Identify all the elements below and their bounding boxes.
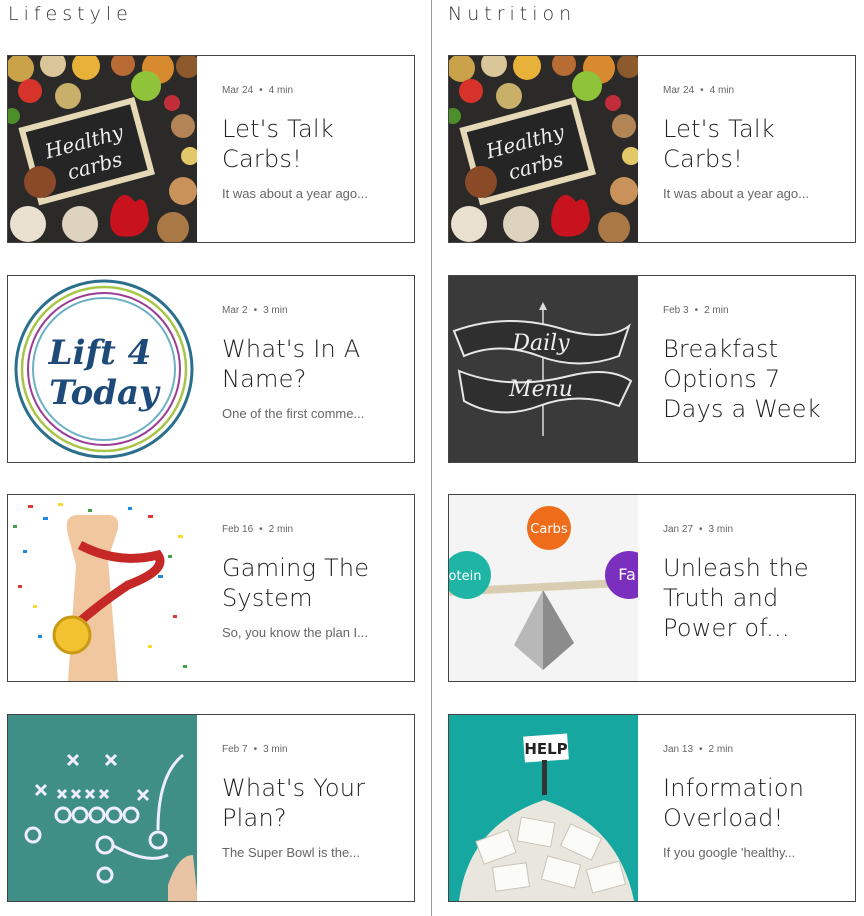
daily-ribbon-text: Daily [511, 331, 570, 356]
post-read-time: 2 min [268, 524, 294, 535]
post-meta: Feb 16 • 2 min [222, 524, 394, 535]
post-title[interactable]: Information Overload! [663, 773, 835, 833]
post-meta: Jan 27 • 3 min [663, 524, 835, 535]
column-divider [431, 0, 432, 916]
post-read-time: 3 min [263, 305, 288, 316]
post-info: Feb 16 • 2 min Gaming The System So, you… [197, 495, 414, 681]
post-date: Mar 24 [663, 85, 695, 96]
post-read-time: 4 min [709, 85, 735, 96]
post-card-lets-talk-carbs[interactable]: Healthy carbs Mar 24 • 4 min Let's Talk … [448, 55, 856, 243]
post-title[interactable]: Let's Talk Carbs! [663, 114, 835, 174]
post-date: Jan 27 [663, 524, 694, 535]
post-excerpt: One of the first comme... [222, 406, 365, 421]
carbs-ball-text: Carbs [530, 522, 568, 537]
post-date: Mar 24 [222, 85, 254, 96]
help-sign-text: HELP [524, 740, 567, 758]
post-excerpt: It was about a year ago... [663, 186, 809, 201]
post-card-whats-in-a-name[interactable]: Lift 4 Today Mar 2 • 3 min What's In A N… [7, 275, 415, 463]
post-excerpt: The Super Bowl is the... [222, 845, 361, 860]
post-info: Feb 3 • 2 min Breakfast Options 7 Days a… [638, 276, 855, 462]
post-info: Jan 13 • 2 min Information Overload! If … [638, 715, 855, 901]
post-image-macro-balance: Carbs otein Fa [449, 495, 638, 681]
protein-ball-text: otein [449, 569, 481, 584]
post-title[interactable]: What's Your Plan? [222, 773, 394, 833]
menu-ribbon-text: Menu [508, 377, 573, 402]
post-image-daily-menu: Daily Menu [449, 276, 638, 462]
lifestyle-heading: Lifestyle [8, 3, 133, 25]
meta-separator-dot: • [699, 524, 703, 535]
meta-separator-dot: • [259, 524, 263, 535]
post-meta: Feb 7 • 3 min [222, 744, 394, 755]
post-image-gold-medal [8, 495, 197, 681]
post-date: Feb 7 [222, 744, 248, 755]
post-image-chalk-playbook [8, 715, 197, 901]
post-card-unleash-the-truth[interactable]: Carbs otein Fa Jan 27 • 3 min Unleash th… [448, 494, 856, 682]
post-read-time: 2 min [704, 305, 729, 316]
post-image-lift4today: Lift 4 Today [8, 276, 197, 462]
post-read-time: 4 min [268, 85, 294, 96]
post-date: Jan 13 [663, 744, 694, 755]
meta-separator-dot: • [700, 85, 704, 96]
post-read-time: 3 min [263, 744, 288, 755]
post-read-time: 3 min [708, 524, 733, 535]
post-excerpt: It was about a year ago... [222, 186, 368, 201]
post-meta: Mar 2 • 3 min [222, 305, 394, 316]
nutrition-heading: Nutrition [448, 3, 577, 25]
post-image-help-papers: HELP [449, 715, 638, 901]
post-meta: Mar 24 • 4 min [222, 85, 394, 96]
today-logo-text: Today [49, 373, 161, 413]
post-info: Feb 7 • 3 min What's Your Plan? The Supe… [197, 715, 414, 901]
post-info: Mar 24 • 4 min Let's Talk Carbs! It was … [638, 56, 855, 242]
meta-separator-dot: • [694, 305, 699, 316]
fat-ball-text: Fa [618, 565, 636, 584]
post-info: Mar 24 • 4 min Let's Talk Carbs! It was … [197, 56, 414, 242]
post-card-lets-talk-carbs[interactable]: Healthy carbs Mar 24 • 4 min Let's Talk … [7, 55, 415, 243]
post-excerpt: If you google 'healthy... [663, 845, 796, 860]
post-title[interactable]: Breakfast Options 7 Days a Week [663, 334, 835, 424]
post-image-healthy-carbs: Healthy carbs [449, 56, 638, 242]
post-meta: Mar 24 • 4 min [663, 85, 835, 96]
post-title[interactable]: Let's Talk Carbs! [222, 114, 394, 174]
post-title[interactable]: Unleash the Truth and Power of... [663, 553, 835, 643]
post-card-information-overload[interactable]: HELP Jan 13 • 2 min Information Overload… [448, 714, 856, 902]
meta-separator-dot: • [253, 744, 258, 755]
post-date: Feb 16 [222, 524, 254, 535]
meta-separator-dot: • [253, 305, 258, 316]
post-info: Mar 2 • 3 min What's In A Name? One of t… [197, 276, 414, 462]
post-meta: Jan 13 • 2 min [663, 744, 835, 755]
post-read-time: 2 min [708, 744, 733, 755]
meta-separator-dot: • [259, 85, 263, 96]
post-image-healthy-carbs: Healthy carbs [8, 56, 197, 242]
lift4-logo-text: Lift 4 [48, 333, 152, 373]
post-date: Feb 3 [663, 305, 689, 316]
post-card-breakfast-options[interactable]: Daily Menu Feb 3 • 2 min Breakfast Optio… [448, 275, 856, 463]
post-date: Mar 2 [222, 305, 248, 316]
post-excerpt: So, you know the plan I... [222, 625, 368, 640]
post-title[interactable]: Gaming The System [222, 553, 394, 613]
post-meta: Feb 3 • 2 min [663, 305, 835, 316]
meta-separator-dot: • [699, 744, 703, 755]
post-card-gaming-the-system[interactable]: Feb 16 • 2 min Gaming The System So, you… [7, 494, 415, 682]
post-info: Jan 27 • 3 min Unleash the Truth and Pow… [638, 495, 855, 681]
post-card-whats-your-plan[interactable]: Feb 7 • 3 min What's Your Plan? The Supe… [7, 714, 415, 902]
post-title[interactable]: What's In A Name? [222, 334, 394, 394]
